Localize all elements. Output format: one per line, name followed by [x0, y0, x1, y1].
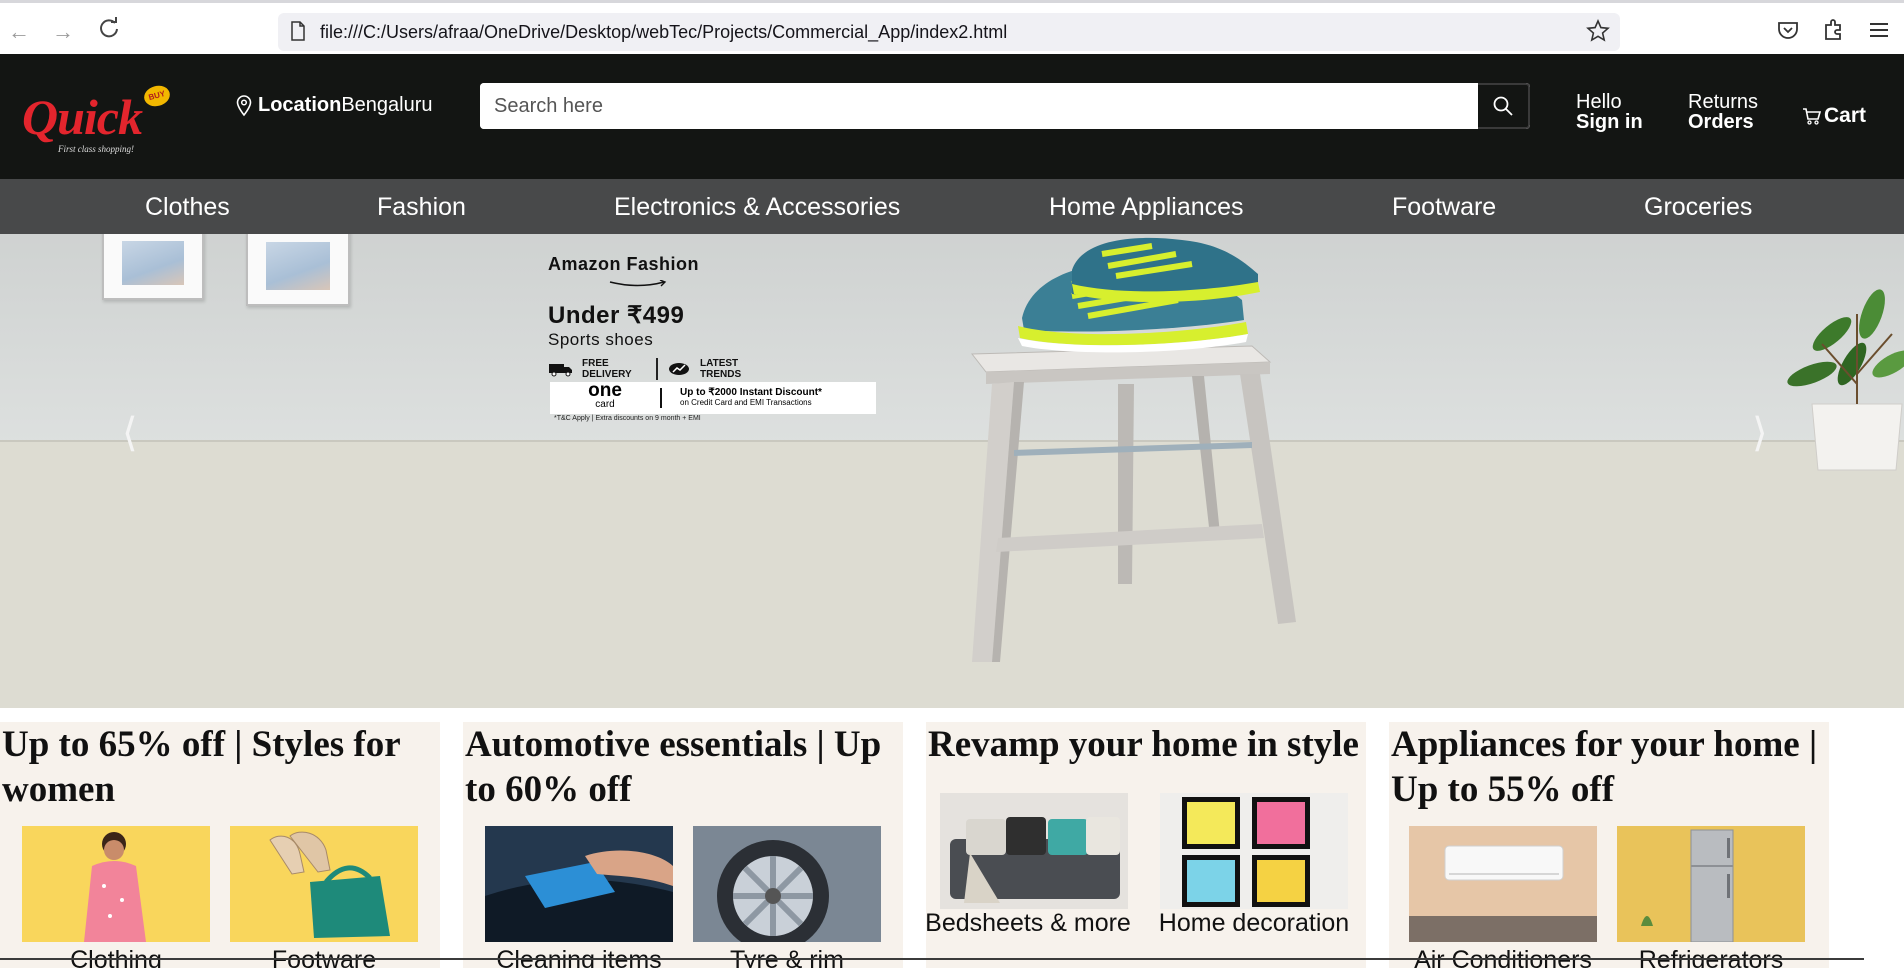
- site-header: Quick BUY First class shopping! Location…: [0, 54, 1904, 179]
- logo-badge: BUY: [141, 82, 173, 110]
- ad-brand: Amazon Fashion: [548, 254, 700, 274]
- cart-icon: [1803, 108, 1822, 125]
- home-decoration-image[interactable]: [1160, 793, 1348, 909]
- trend-icon: [669, 363, 689, 375]
- wall-frame-image: [102, 234, 204, 300]
- signin-link[interactable]: Hello Sign in: [1576, 92, 1643, 132]
- browser-toolbar: ← → file:///C:/Users/afraa/OneDrive/Desk…: [0, 0, 1904, 54]
- category-electronics[interactable]: Electronics & Accessories: [614, 193, 900, 222]
- refrigerators-image[interactable]: [1617, 826, 1805, 942]
- deal-card-appliances[interactable]: Appliances for your home | Up to 55% off…: [1389, 722, 1829, 968]
- onecard-offer-text: Up to ₹2000 Instant Discount* on Credit C…: [680, 387, 822, 408]
- card-title: Up to 65% off | Styles for women: [2, 724, 400, 810]
- address-bar[interactable]: file:///C:/Users/afraa/OneDrive/Desktop/…: [278, 13, 1620, 51]
- bookmark-star-icon[interactable]: [1586, 19, 1610, 43]
- ad-subtitle: Sports shoes: [548, 330, 654, 349]
- product-stool-shoes-image: [970, 237, 1296, 662]
- tyre-rim-image[interactable]: [693, 826, 881, 942]
- logo-tagline: First class shopping!: [58, 144, 135, 154]
- amazon-smile-icon: [609, 279, 667, 287]
- search-input[interactable]: [480, 83, 1478, 129]
- carousel-next-icon[interactable]: ⟩: [1752, 410, 1768, 456]
- category-footware[interactable]: Footware: [1392, 193, 1496, 222]
- category-fashion[interactable]: Fashion: [377, 193, 466, 222]
- signin-greeting: Hello: [1576, 91, 1622, 113]
- cleaning-items-image[interactable]: [485, 826, 673, 942]
- ad-perks: FREE DELIVERY LATEST TRENDS: [548, 358, 760, 380]
- card-item-caption: Air Conditioners: [1414, 946, 1592, 968]
- search-bar: [480, 83, 1530, 129]
- location-pin-icon: [236, 94, 252, 116]
- url-text: file:///C:/Users/afraa/OneDrive/Desktop/…: [320, 22, 1008, 42]
- hero-carousel[interactable]: Amazon Fashion Under ₹499 Sports shoes F…: [0, 234, 1904, 708]
- search-icon: [1493, 96, 1513, 116]
- onecard-offer: one card Up to ₹2000 Instant Discount* on …: [550, 380, 876, 414]
- location-value: Bengaluru: [341, 94, 433, 116]
- orders-label: Orders: [1688, 111, 1754, 133]
- menu-icon[interactable]: [1866, 17, 1892, 43]
- carousel-prev-icon[interactable]: ⟨: [122, 410, 138, 456]
- category-nav: Clothes Fashion Electronics & Accessorie…: [0, 179, 1904, 234]
- air-conditioners-image[interactable]: [1409, 826, 1597, 942]
- returns-label: Returns: [1688, 91, 1759, 113]
- horizontal-scrollbar[interactable]: [0, 958, 1864, 960]
- pocket-icon[interactable]: [1775, 17, 1801, 43]
- extensions-icon[interactable]: [1820, 17, 1846, 43]
- location-label: Location: [258, 94, 342, 116]
- card-item-caption: Footware: [271, 946, 377, 968]
- perk-latest-trends: LATEST TRENDS: [700, 358, 742, 380]
- card-title: Appliances for your home | Up to 55% off: [1391, 724, 1818, 810]
- card-item-caption: Tyre & rim: [730, 946, 844, 968]
- search-button[interactable]: [1478, 83, 1530, 129]
- card-item-caption: Clothing: [70, 946, 162, 968]
- wall-frame-image: [246, 234, 350, 306]
- card-item-caption: Bedsheets & more: [925, 909, 1131, 937]
- cart-label: Cart: [1824, 104, 1867, 127]
- clothing-image[interactable]: [22, 826, 210, 942]
- deal-card-automotive[interactable]: Automotive essentials | Up to 60% off Cl…: [463, 722, 903, 968]
- ad-fine-print: *T&C Apply | Extra discounts on 9 month …: [554, 415, 701, 422]
- delivery-truck-icon: [549, 364, 572, 377]
- reload-icon[interactable]: [96, 17, 122, 43]
- card-title: Revamp your home in style: [928, 724, 1359, 765]
- card-item-caption: Refrigerators: [1638, 946, 1784, 968]
- category-clothes[interactable]: Clothes: [145, 193, 230, 222]
- returns-orders-link[interactable]: Returns Orders: [1688, 92, 1758, 132]
- location-selector[interactable]: LocationBengaluru: [236, 94, 433, 117]
- page-icon: [291, 21, 305, 41]
- footware-image[interactable]: [230, 826, 418, 942]
- onecard-logo: one card: [588, 380, 622, 410]
- perk-free-delivery: FREE DELIVERY: [582, 358, 632, 380]
- category-home-appliances[interactable]: Home Appliances: [1049, 193, 1244, 222]
- cart-link[interactable]: Cart: [1802, 104, 1866, 128]
- site-logo[interactable]: Quick BUY First class shopping!: [18, 82, 178, 166]
- ad-price: Under ₹499: [548, 302, 685, 329]
- logo-text: Quick: [22, 89, 143, 145]
- card-title: Automotive essentials | Up to 60% off: [465, 724, 882, 810]
- card-item-caption: Home decoration: [1158, 909, 1350, 937]
- signin-label: Sign in: [1576, 111, 1643, 133]
- deal-card-home[interactable]: Revamp your home in style Bedsheets & mo…: [925, 722, 1366, 968]
- plant-decoration-image: [1787, 289, 1904, 471]
- card-item-caption: Cleaning items: [496, 946, 662, 968]
- category-groceries[interactable]: Groceries: [1644, 193, 1752, 222]
- bedsheets-image[interactable]: [940, 793, 1128, 909]
- forward-icon[interactable]: →: [50, 19, 76, 45]
- back-icon[interactable]: ←: [6, 19, 32, 45]
- banner-ad-text: Amazon Fashion Under ₹499 Sports shoes F…: [548, 254, 760, 380]
- deal-card-women[interactable]: Up to 65% off | Styles for women Clothin…: [0, 722, 440, 968]
